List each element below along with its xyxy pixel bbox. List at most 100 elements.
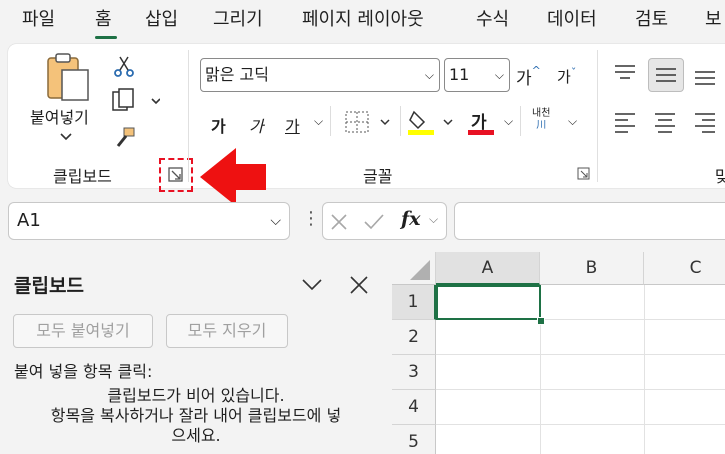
paste-button[interactable] xyxy=(28,52,106,144)
insert-function-button[interactable]: fx xyxy=(401,208,421,230)
paste-label: 붙여넣기 xyxy=(30,108,89,127)
align-middle-button[interactable] xyxy=(648,58,684,92)
tab-file[interactable]: 파일 xyxy=(22,8,55,32)
grid-line xyxy=(436,424,725,425)
select-all-corner[interactable] xyxy=(392,252,436,285)
chevron-down-icon[interactable]: ⌵ xyxy=(314,114,323,129)
name-box-value: A1 xyxy=(17,210,41,231)
column-header-a[interactable]: A xyxy=(436,252,540,285)
dialog-launcher-icon[interactable] xyxy=(576,166,592,182)
copy-icon xyxy=(112,88,161,111)
fill-color-button[interactable] xyxy=(408,108,458,136)
clear-all-button[interactable]: 모두 지우기 xyxy=(166,314,288,348)
close-icon[interactable] xyxy=(348,274,370,296)
paintbrush-icon xyxy=(116,127,135,147)
align-middle-icon xyxy=(656,68,676,82)
clipboard-empty-message: 클립보드가 비어 있습니다. 항목을 복사하거나 잘라 내어 클립보드에 넣 으… xyxy=(0,386,392,446)
empty-message-line: 항목을 복사하거나 잘라 내어 클립보드에 넣 xyxy=(50,406,342,425)
increase-font-label: 가 xyxy=(516,69,532,89)
formula-bar: A1 ⌵ ⋮ fx ⌵ xyxy=(0,198,725,248)
underline-button[interactable]: 가 xyxy=(285,113,300,137)
row-header-1[interactable]: 1 xyxy=(392,285,436,320)
name-box[interactable]: A1 ⌵ xyxy=(8,202,290,240)
grid-line xyxy=(436,389,725,390)
select-all-icon xyxy=(410,260,430,280)
copy-button[interactable] xyxy=(110,88,161,114)
paste-icon xyxy=(47,53,89,141)
tab-insert[interactable]: 삽입 xyxy=(145,8,178,32)
column-header-b[interactable]: B xyxy=(540,252,644,285)
phonetic-button[interactable]: 내천 川 xyxy=(532,108,550,132)
spreadsheet-grid: A B C 1 2 3 4 5 xyxy=(392,252,725,454)
grid-line xyxy=(436,354,725,355)
align-bottom-icon[interactable] xyxy=(692,62,718,88)
italic-button[interactable]: 가 xyxy=(249,113,264,137)
tab-view[interactable]: 보 xyxy=(705,8,722,32)
empty-message-line: 으세요. xyxy=(171,426,221,445)
grid-line xyxy=(644,285,645,454)
chevron-down-icon: ⌵ xyxy=(270,213,281,229)
font-size-select[interactable]: 11 ⌵ xyxy=(444,58,510,92)
increase-font-button[interactable]: 가^ xyxy=(516,64,541,89)
paste-instruction: 붙여 넣을 항목 클릭: xyxy=(14,362,153,381)
alignment-group-label: 맞 xyxy=(715,167,725,186)
tab-review[interactable]: 검토 xyxy=(635,8,668,32)
bold-button[interactable]: 가 xyxy=(211,113,226,137)
format-painter-button[interactable] xyxy=(112,126,136,150)
cut-button[interactable] xyxy=(112,54,136,78)
caret-down-icon: ˇ xyxy=(570,66,577,79)
phonetic-label: 내천 xyxy=(532,108,551,119)
paste-all-button[interactable]: 모두 붙여넣기 xyxy=(13,314,153,348)
chevron-down-icon: ⌵ xyxy=(494,68,504,82)
group-separator xyxy=(597,50,598,182)
chevron-down-icon[interactable]: ⌵ xyxy=(429,212,438,227)
chevron-down-icon[interactable]: ⌵ xyxy=(568,114,577,129)
divider xyxy=(400,106,401,136)
font-group-label: 글꼴 xyxy=(363,167,393,186)
decrease-font-button[interactable]: 가ˇ xyxy=(557,66,576,87)
selected-cell-a1[interactable] xyxy=(436,285,541,320)
fill-handle[interactable] xyxy=(537,317,545,325)
font-size-value: 11 xyxy=(449,65,470,84)
chevron-down-icon: ⌵ xyxy=(424,68,434,82)
dialog-launcher-icon xyxy=(168,167,183,182)
clipboard-group-label: 클립보드 xyxy=(53,167,112,186)
formula-controls: fx ⌵ xyxy=(322,202,447,240)
ribbon-tabs: 파일 홈 삽입 그리기 페이지 레이아웃 수식 데이터 검토 보 xyxy=(0,0,725,42)
cancel-icon[interactable] xyxy=(329,212,349,232)
tab-home[interactable]: 홈 xyxy=(95,8,112,32)
chevron-down-icon[interactable]: ⌵ xyxy=(504,114,513,129)
clipboard-pane-title: 클립보드 xyxy=(14,275,84,297)
phonetic-sub: 川 xyxy=(536,120,547,131)
borders-button[interactable] xyxy=(345,110,395,136)
tab-draw[interactable]: 그리기 xyxy=(213,8,263,32)
column-header-c[interactable]: C xyxy=(644,252,725,285)
font-color-swatch xyxy=(468,130,494,135)
formula-input[interactable] xyxy=(454,202,725,240)
active-tab-indicator xyxy=(95,36,117,39)
divider xyxy=(520,106,521,136)
more-options-icon[interactable]: ⋮ xyxy=(302,208,320,229)
tab-data[interactable]: 데이터 xyxy=(547,8,597,32)
align-top-icon[interactable] xyxy=(612,62,638,84)
font-name-select[interactable]: 맑은 고딕 ⌵ xyxy=(200,58,440,92)
row-header-2[interactable]: 2 xyxy=(392,320,436,355)
decrease-font-label: 가 xyxy=(557,68,571,86)
font-color-button[interactable]: 가 xyxy=(468,108,498,136)
chevron-down-icon[interactable] xyxy=(300,274,324,294)
tab-page-layout[interactable]: 페이지 레이아웃 xyxy=(302,8,424,32)
enter-check-icon[interactable] xyxy=(363,212,385,232)
align-center-icon[interactable] xyxy=(652,110,678,134)
row-header-3[interactable]: 3 xyxy=(392,355,436,390)
font-name-value: 맑은 고딕 xyxy=(205,65,269,84)
row-header-4[interactable]: 4 xyxy=(392,390,436,425)
row-header-5[interactable]: 5 xyxy=(392,425,436,454)
divider xyxy=(330,106,331,136)
tab-formulas[interactable]: 수식 xyxy=(476,8,509,32)
scissors-icon xyxy=(114,56,134,77)
align-left-icon[interactable] xyxy=(612,110,638,134)
empty-message-line: 클립보드가 비어 있습니다. xyxy=(107,386,285,405)
align-right-icon[interactable] xyxy=(692,110,718,134)
caret-up-icon: ^ xyxy=(531,64,541,77)
group-separator xyxy=(188,50,189,182)
